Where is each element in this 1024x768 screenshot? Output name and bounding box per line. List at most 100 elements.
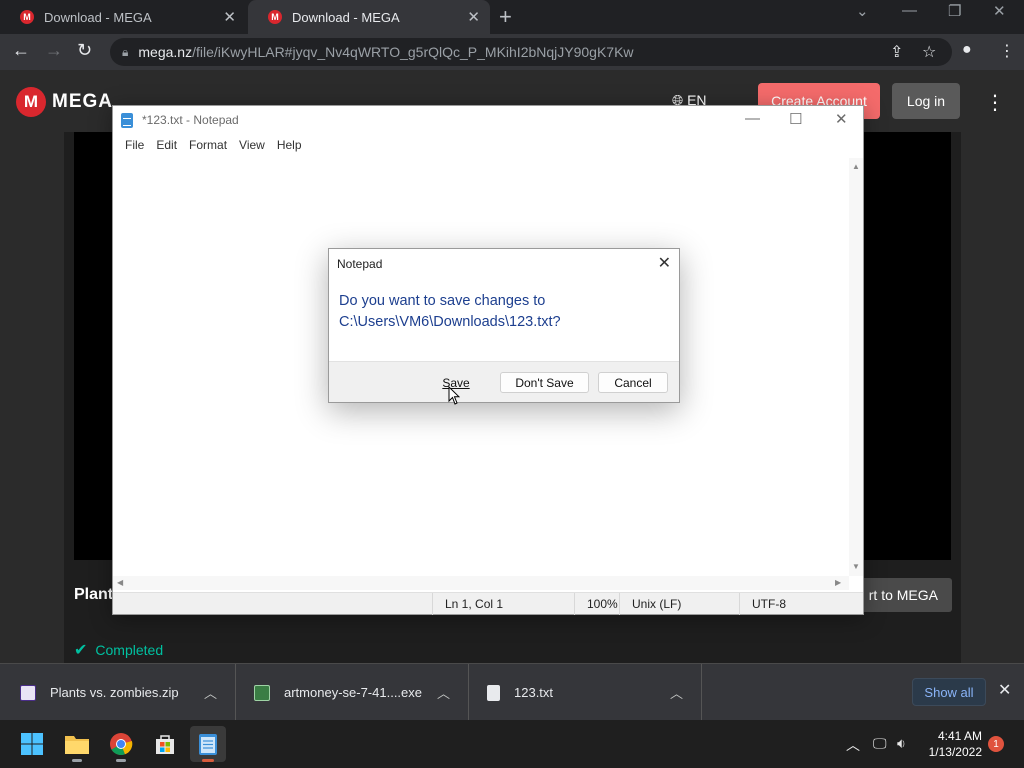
encoding: UTF-8 [739,593,861,615]
dialog-message: Do you want to save changes to C:\Users\… [339,291,669,333]
download-item[interactable]: 123.txt ︿ [469,664,702,721]
download-item[interactable]: Plants vs. zombies.zip ︿ [0,664,236,721]
chevron-up-icon[interactable]: ︿ [204,683,217,702]
active-indicator [202,759,214,762]
notepad-status-bar: Ln 1, Col 1 100% Unix (LF) UTF-8 [113,592,863,615]
scroll-down-icon[interactable]: ▼ [852,562,860,571]
windows-logo-icon [21,733,43,755]
menu-edit[interactable]: Edit [150,135,183,157]
scroll-up-icon[interactable]: ▲ [852,162,860,171]
cursor-position: Ln 1, Col 1 [432,593,574,615]
dialog-message-line-1: Do you want to save changes to [339,293,546,309]
profile-icon[interactable]: ● [962,41,972,59]
store-bag-icon [156,735,174,754]
notepad-icon [199,734,217,755]
download-file-name: 123.txt [514,685,554,700]
dialog-message-line-2: C:\Users\VM6\Downloads\123.txt? [339,314,561,330]
notepad-taskbar-button[interactable] [190,726,226,762]
download-shelf: Plants vs. zombies.zip ︿ artmoney-se-7-4… [0,663,1024,721]
close-tab-icon[interactable]: ✕ [223,8,236,26]
notepad-title-bar[interactable]: *123.txt - Notepad — ☐ ✕ [113,106,863,134]
windows-taskbar: ︿ 🖵︎ 🔉︎ 4:41 AM 1/13/2022 1 [0,720,1024,768]
close-icon[interactable]: ✕ [835,110,848,128]
menu-help[interactable]: Help [271,135,308,157]
dont-save-button[interactable]: Don't Save [500,372,589,393]
scroll-left-icon[interactable]: ◀ [117,578,123,587]
completed-label: Completed [95,642,164,658]
restore-icon[interactable]: ❐ [948,2,961,20]
menu-view[interactable]: View [233,135,271,157]
back-icon[interactable]: ← [12,40,30,61]
save-changes-dialog: Notepad ✕ Do you want to save changes to… [328,248,680,403]
download-item[interactable]: artmoney-se-7-41....exe ︿ [236,664,469,721]
mega-logo-text: MEGA [52,91,113,112]
clock-time: 4:41 AM [937,729,982,743]
lock-icon: 🔒︎ [122,44,129,59]
zip-file-icon [20,684,36,701]
chevron-up-icon[interactable]: ︿ [670,683,683,702]
mega-favicon-icon: M [268,10,282,24]
tab-search-chevron-icon[interactable]: ⌄ [856,2,869,20]
download-status: ✔ Completed [74,640,163,660]
volume-icon[interactable]: 🔉︎ [897,735,906,752]
checkmark-icon: ✔ [74,642,88,659]
horizontal-scrollbar[interactable]: ◀ ▶ [113,576,849,590]
chrome-icon [110,733,133,756]
chevron-up-icon[interactable]: ︿ [437,683,450,702]
close-window-icon[interactable]: ✕ [993,2,1006,20]
dialog-close-icon[interactable]: ✕ [658,253,671,273]
download-file-name: Plants vs. zombies.zip [50,685,179,700]
browser-tab-strip: M Download - MEGA ✕ M Download - MEGA ✕ … [0,0,1024,34]
browser-tab-1[interactable]: M Download - MEGA ✕ [0,0,246,34]
close-download-shelf-icon[interactable]: ✕ [998,680,1011,700]
mega-favicon-icon: M [20,10,34,24]
dialog-button-bar: Save Don't Save Cancel [329,361,679,402]
menu-format[interactable]: Format [183,135,233,157]
maximize-icon[interactable]: ☐ [789,110,802,128]
mega-logo-icon: M [16,87,46,117]
running-indicator [116,759,126,762]
download-file-name: artmoney-se-7-41....exe [284,685,423,700]
browser-tab-2[interactable]: M Download - MEGA ✕ [248,0,490,34]
menu-file[interactable]: File [119,135,150,157]
file-explorer-taskbar-button[interactable] [59,726,95,762]
show-hidden-icons-chevron-icon[interactable]: ︿ [846,735,860,755]
cancel-button[interactable]: Cancel [598,372,668,393]
show-all-downloads-button[interactable]: Show all [912,678,986,706]
login-button[interactable]: Log in [892,83,960,119]
address-bar[interactable]: 🔒︎ mega.nz/file/iKwyHLAR#jyqv_Nv4qWRTO_g… [110,38,952,66]
folder-icon [65,736,89,754]
browser-toolbar: ← → ↻ 🔒︎ mega.nz/file/iKwyHLAR#jyqv_Nv4q… [0,34,1024,70]
exe-file-icon [254,684,270,701]
new-tab-icon[interactable]: + [499,4,512,30]
line-ending: Unix (LF) [619,593,739,615]
mouse-cursor-icon [448,386,460,405]
tab-title: Download - MEGA [44,9,152,25]
running-indicator [72,759,82,762]
text-file-icon [487,684,500,701]
vertical-scrollbar[interactable]: ▲ ▼ [849,158,863,576]
minimize-icon[interactable]: — [745,110,760,127]
bookmark-star-icon[interactable]: ☆ [922,42,936,62]
forward-icon[interactable]: → [45,40,63,61]
browser-menu-icon[interactable]: ⋮ [999,41,1015,61]
tab-title: Download - MEGA [292,9,400,25]
system-clock[interactable]: 4:41 AM 1/13/2022 [922,728,982,760]
url-path: /file/iKwyHLAR#jyqv_Nv4qWRTO_g5rQlQc_P_M… [192,44,634,60]
close-tab-icon[interactable]: ✕ [467,8,480,26]
notepad-menubar: File Edit Format View Help [113,135,308,157]
network-icon[interactable]: 🖵︎ [873,735,887,752]
reload-icon[interactable]: ↻ [77,40,92,61]
mega-logo[interactable]: M MEGA [16,87,113,117]
share-icon[interactable]: ⇪ [890,42,903,62]
url-host: mega.nz [138,44,193,60]
microsoft-store-taskbar-button[interactable] [147,726,183,762]
dialog-title: Notepad [337,257,383,271]
clock-date: 1/13/2022 [928,745,982,759]
start-button[interactable] [14,726,50,762]
scroll-right-icon[interactable]: ▶ [835,578,841,587]
chrome-taskbar-button[interactable] [103,726,139,762]
mega-menu-icon[interactable]: ⋮ [985,90,1005,115]
notification-badge[interactable]: 1 [988,736,1004,752]
minimize-icon[interactable]: — [902,2,917,19]
